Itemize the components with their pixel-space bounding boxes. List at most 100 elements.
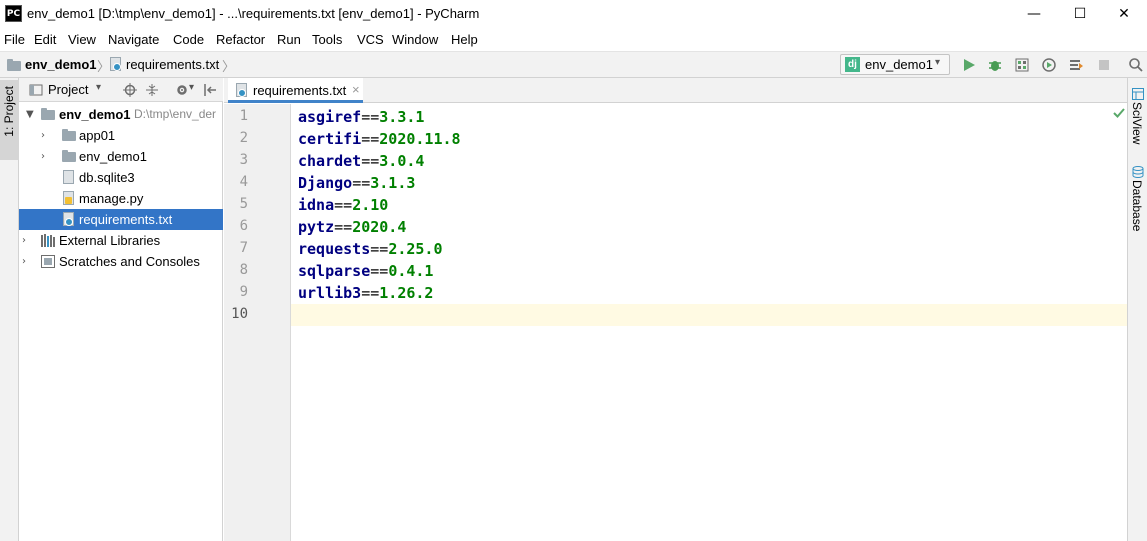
code-editor[interactable]: asgiref==3.3.1 certifi==2020.11.8 charde… <box>291 104 1127 541</box>
menu-code[interactable]: Code <box>173 32 204 47</box>
checkmark-icon <box>1113 108 1125 118</box>
python-badge-icon <box>65 197 72 204</box>
menu-navigate[interactable]: Navigate <box>108 32 159 47</box>
version: 2020.11.8 <box>379 130 461 148</box>
title-bar: PC env_demo1 [D:\tmp\env_demo1] - ...\re… <box>0 0 1147 28</box>
menu-window[interactable]: Window <box>392 32 438 47</box>
operator: == <box>334 196 353 214</box>
package-name: sqlparse <box>298 262 371 280</box>
tab-label: requirements.txt <box>253 83 347 98</box>
close-button[interactable]: ✕ <box>1101 0 1147 28</box>
menu-edit[interactable]: Edit <box>34 32 56 47</box>
project-tab-label: 1: Project <box>2 86 16 137</box>
breadcrumb-project[interactable]: env_demo1 <box>25 57 97 72</box>
code-line: pytz==2020.4 <box>298 218 406 236</box>
menu-view[interactable]: View <box>68 32 96 47</box>
chevron-down-icon[interactable]: ▾ <box>189 82 194 93</box>
collapsed-arrow-icon[interactable]: › <box>22 230 26 251</box>
tree-item-app01[interactable]: › app01 <box>19 125 223 146</box>
database-tab[interactable]: Database <box>1130 180 1144 231</box>
current-line-number: 10 <box>231 306 248 322</box>
tree-item-label: External Libraries <box>59 233 161 248</box>
tree-item-db-sqlite3[interactable]: db.sqlite3 <box>19 167 223 188</box>
version: 3.1.3 <box>370 174 416 192</box>
code-line: requests==2.25.0 <box>298 240 443 258</box>
version: 2020.4 <box>352 218 407 236</box>
code-line: urllib3==1.26.2 <box>298 284 433 302</box>
collapsed-arrow-icon[interactable]: › <box>41 125 45 146</box>
debug-icon[interactable] <box>987 57 1003 73</box>
database-file-icon <box>63 170 74 184</box>
run-config-label: env_demo1 <box>865 57 933 72</box>
hide-panel-icon[interactable] <box>203 83 217 97</box>
collapsed-arrow-icon[interactable]: › <box>41 146 45 167</box>
project-panel: Project ▾ ▾ ▼ env_demo1 D:\tmp\env_der ›… <box>19 78 223 541</box>
project-tool-window-tab[interactable]: 1: Project <box>0 80 19 160</box>
maximize-button[interactable]: ☐ <box>1057 0 1103 28</box>
stop-icon[interactable] <box>1096 57 1112 73</box>
folder-icon <box>62 150 76 162</box>
tab-requirements-txt[interactable]: requirements.txt × <box>228 78 363 103</box>
close-tab-icon[interactable]: × <box>352 82 360 97</box>
menu-run[interactable]: Run <box>277 32 301 47</box>
search-icon[interactable] <box>1128 57 1144 73</box>
menu-file[interactable]: File <box>4 32 25 47</box>
text-file-icon <box>63 212 74 226</box>
run-configuration-selector[interactable]: dj env_demo1 ▾ <box>840 54 950 75</box>
minimize-button[interactable]: — <box>1011 0 1057 28</box>
run-icon[interactable] <box>961 57 977 73</box>
version: 1.26.2 <box>379 284 434 302</box>
tree-item-env-demo1-root[interactable]: ▼ env_demo1 D:\tmp\env_der <box>19 104 223 125</box>
text-file-icon <box>236 83 247 97</box>
profile-icon[interactable] <box>1041 57 1057 73</box>
coverage-icon[interactable] <box>1014 57 1030 73</box>
text-file-icon <box>110 57 121 71</box>
tree-item-env-demo1-package[interactable]: › env_demo1 <box>19 146 223 167</box>
breadcrumb-separator-icon: 〉 <box>97 60 111 75</box>
project-view-selector[interactable]: Project <box>48 82 88 97</box>
code-line: chardet==3.0.4 <box>298 152 424 170</box>
gear-icon[interactable] <box>175 83 189 97</box>
package-name: idna <box>298 196 335 214</box>
operator: == <box>361 152 380 170</box>
version: 2.25.0 <box>388 240 443 258</box>
line-number: 6 <box>239 218 248 234</box>
gear-icon <box>238 89 246 97</box>
menu-vcs[interactable]: VCS <box>357 32 384 47</box>
menu-refactor[interactable]: Refactor <box>216 32 265 47</box>
package-name: urllib3 <box>298 284 362 302</box>
tree-item-label: env_demo1 <box>79 149 147 164</box>
expanded-arrow-icon[interactable]: ▼ <box>26 104 34 125</box>
collapsed-arrow-icon[interactable]: › <box>22 251 26 272</box>
sciview-icon <box>1132 88 1144 100</box>
tree-item-label: db.sqlite3 <box>79 170 135 185</box>
tree-item-label: env_demo1 <box>59 107 131 122</box>
breadcrumb-file[interactable]: requirements.txt <box>126 57 219 72</box>
menu-bar: File Edit View Navigate Code Refactor Ru… <box>0 28 1147 51</box>
folder-icon <box>41 108 55 120</box>
version: 3.0.4 <box>379 152 425 170</box>
tree-item-scratches-and-consoles[interactable]: › Scratches and Consoles <box>19 251 223 272</box>
tree-item-external-libraries[interactable]: › External Libraries <box>19 230 223 251</box>
tree-item-requirements-txt[interactable]: requirements.txt <box>19 209 223 230</box>
operator: == <box>352 174 371 192</box>
chevron-down-icon[interactable]: ▾ <box>96 82 101 93</box>
sciview-tab[interactable]: SciView <box>1130 102 1144 144</box>
line-number: 2 <box>239 130 248 146</box>
operator: == <box>334 218 353 236</box>
locate-file-icon[interactable] <box>123 83 137 97</box>
tree-item-label: requirements.txt <box>79 212 173 227</box>
tree-item-manage-py[interactable]: manage.py <box>19 188 223 209</box>
menu-help[interactable]: Help <box>451 32 478 47</box>
project-panel-header: Project ▾ ▾ <box>19 78 223 102</box>
code-line: Django==3.1.3 <box>298 174 415 192</box>
navigation-bar: env_demo1 〉 requirements.txt 〉 dj env_de… <box>0 51 1147 78</box>
line-number: 9 <box>239 284 248 300</box>
library-icon <box>41 234 55 247</box>
project-view-icon <box>29 84 43 96</box>
line-number: 1 <box>239 108 248 124</box>
chevron-down-icon: ▾ <box>935 57 941 68</box>
collapse-all-icon[interactable] <box>145 83 159 97</box>
run-concurrency-icon[interactable] <box>1068 57 1084 73</box>
menu-tools[interactable]: Tools <box>312 32 342 47</box>
